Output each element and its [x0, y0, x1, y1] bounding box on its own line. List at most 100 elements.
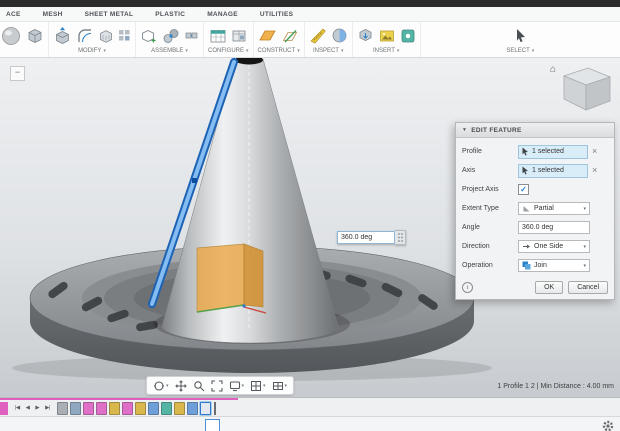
- construction-plane-icon[interactable]: [258, 26, 277, 45]
- dialog-collapse-icon[interactable]: ▼: [462, 127, 467, 133]
- sketch-plane-side[interactable]: [244, 244, 263, 307]
- configuration-table-icon[interactable]: [209, 27, 227, 45]
- timeline-features-row: |◀ ◀ ▶ ▶|: [0, 400, 620, 416]
- timeline-feature-item[interactable]: [109, 402, 120, 415]
- timeline-feature-item[interactable]: [83, 402, 94, 415]
- configure-variants-icon[interactable]: [231, 28, 247, 44]
- joint-icon[interactable]: [162, 27, 180, 45]
- insert-mcmaster-icon[interactable]: [400, 28, 416, 44]
- axis-clear-button[interactable]: ×: [592, 166, 597, 175]
- angle-field[interactable]: [518, 221, 590, 234]
- select-cursor-icon[interactable]: [512, 27, 529, 44]
- configure-group-label: CONFIGURE: [208, 48, 244, 54]
- section-analysis-icon[interactable]: [331, 27, 348, 44]
- timeline-feature-item[interactable]: [174, 402, 185, 415]
- info-icon[interactable]: i: [462, 282, 473, 293]
- timeline-feature-item[interactable]: [70, 402, 81, 415]
- axis-selection-field[interactable]: 1 selected: [518, 164, 588, 178]
- timeline-skip-end-button[interactable]: ▶|: [42, 405, 53, 411]
- grid-settings-icon[interactable]: ▾: [250, 380, 266, 392]
- cancel-button[interactable]: Cancel: [568, 281, 608, 294]
- tab-utilities[interactable]: UTILITIES: [260, 11, 293, 18]
- timeline-start-marker[interactable]: [0, 402, 8, 415]
- timeline-bar: |◀ ◀ ▶ ▶|: [0, 397, 620, 431]
- rigid-group-icon[interactable]: [184, 28, 199, 43]
- cursor-icon: [522, 147, 529, 156]
- construction-axis-icon[interactable]: [281, 27, 299, 45]
- tab-manage[interactable]: MANAGE: [207, 11, 238, 18]
- chevron-down-icon: ▾: [103, 48, 106, 54]
- extent-type-label: Extent Type: [462, 205, 518, 212]
- form-sphere-icon[interactable]: [0, 25, 22, 47]
- orbit-icon[interactable]: ▾: [153, 380, 169, 392]
- insert-derive-icon[interactable]: [357, 27, 374, 44]
- chevron-down-icon: ▾: [246, 48, 249, 54]
- tab-surface[interactable]: ACE: [6, 11, 21, 18]
- assemble-group-dropdown[interactable]: ASSEMBLE ▾: [151, 48, 188, 54]
- project-axis-checkbox[interactable]: ✓: [518, 184, 529, 195]
- profile-clear-button[interactable]: ×: [592, 147, 597, 156]
- timeline-feature-list: [57, 402, 211, 415]
- direction-dropdown[interactable]: One Side ▾: [518, 240, 590, 253]
- extent-type-dropdown[interactable]: Partial ▾: [518, 202, 590, 215]
- inspect-group-dropdown[interactable]: INSPECT ▾: [313, 48, 344, 54]
- viewports-icon[interactable]: ▾: [272, 380, 288, 392]
- fit-view-icon[interactable]: [211, 380, 223, 392]
- timeline-feature-item[interactable]: [57, 402, 68, 415]
- profile-row: Profile 1 selected ×: [462, 142, 608, 161]
- timeline-position-marker[interactable]: [205, 419, 220, 431]
- shell-icon[interactable]: [98, 28, 114, 44]
- pan-icon[interactable]: [175, 380, 187, 392]
- configure-group-dropdown[interactable]: CONFIGURE ▾: [208, 48, 249, 54]
- tab-plastic[interactable]: PLASTIC: [155, 11, 185, 18]
- timeline-feature-item[interactable]: [135, 402, 146, 415]
- fillet-icon[interactable]: [76, 27, 94, 45]
- tab-sheet-metal[interactable]: SHEET METAL: [85, 11, 134, 18]
- manipulator-drag-handle[interactable]: [395, 230, 406, 245]
- operation-value: Join: [534, 262, 580, 269]
- modify-more-grid-icon[interactable]: [118, 29, 131, 42]
- timeline-feature-item[interactable]: [187, 402, 198, 415]
- extent-type-row: Extent Type Partial ▾: [462, 199, 608, 218]
- operation-row: Operation Join ▾: [462, 256, 608, 275]
- primitive-box-icon[interactable]: [26, 27, 44, 45]
- timeline-play-button[interactable]: ▶: [32, 405, 42, 411]
- ok-button[interactable]: OK: [535, 281, 563, 294]
- select-group-dropdown[interactable]: SELECT ▾: [506, 48, 534, 54]
- timeline-step-back-button[interactable]: ◀: [23, 405, 33, 411]
- angle-manipulator-input: [337, 230, 406, 245]
- new-component-icon[interactable]: [140, 27, 158, 45]
- timeline-feature-item[interactable]: [148, 402, 159, 415]
- modify-group-dropdown[interactable]: MODIFY ▾: [78, 48, 106, 54]
- timeline-end-marker[interactable]: [214, 402, 216, 415]
- timeline-feature-item[interactable]: [200, 402, 211, 415]
- timeline-feature-item[interactable]: [122, 402, 133, 415]
- timeline-feature-item[interactable]: [96, 402, 107, 415]
- create-group-label[interactable]: [21, 48, 23, 54]
- angle-value-input[interactable]: [337, 231, 395, 244]
- profile-selection-field[interactable]: 1 selected: [518, 145, 588, 159]
- canvas-icon[interactable]: [378, 27, 396, 45]
- view-cube[interactable]: [552, 62, 616, 118]
- measure-icon[interactable]: [309, 27, 327, 45]
- timeline-skip-start-button[interactable]: |◀: [12, 405, 23, 411]
- tab-mesh[interactable]: MESH: [43, 11, 63, 18]
- sketch-plane-front[interactable]: [197, 244, 244, 312]
- selection-status-text: 1 Profile 1 2 | Min Distance : 4.00 mm: [497, 383, 614, 390]
- profile-edge-vertex[interactable]: [192, 178, 197, 183]
- timeline-settings-gear-icon[interactable]: [602, 419, 614, 431]
- viewport-3d[interactable]: − ⌂ ▾: [0, 58, 620, 397]
- operation-dropdown[interactable]: Join ▾: [518, 259, 590, 272]
- timeline-feature-item[interactable]: [161, 402, 172, 415]
- browser-collapse-button[interactable]: −: [10, 66, 25, 81]
- chevron-down-icon: ▾: [285, 383, 288, 389]
- insert-group-dropdown[interactable]: INSERT ▾: [373, 48, 399, 54]
- chevron-down-icon: ▾: [263, 383, 266, 389]
- press-pull-icon[interactable]: [53, 26, 72, 45]
- toolbar-tabs: ACE MESH SHEET METAL PLASTIC MANAGE UTIL…: [0, 7, 620, 22]
- zoom-icon[interactable]: [193, 380, 205, 392]
- construct-group-dropdown[interactable]: CONSTRUCT ▾: [258, 48, 300, 54]
- display-settings-icon[interactable]: ▾: [229, 380, 245, 392]
- dialog-header[interactable]: ▼ EDIT FEATURE: [456, 123, 614, 138]
- origin-point[interactable]: [242, 304, 245, 307]
